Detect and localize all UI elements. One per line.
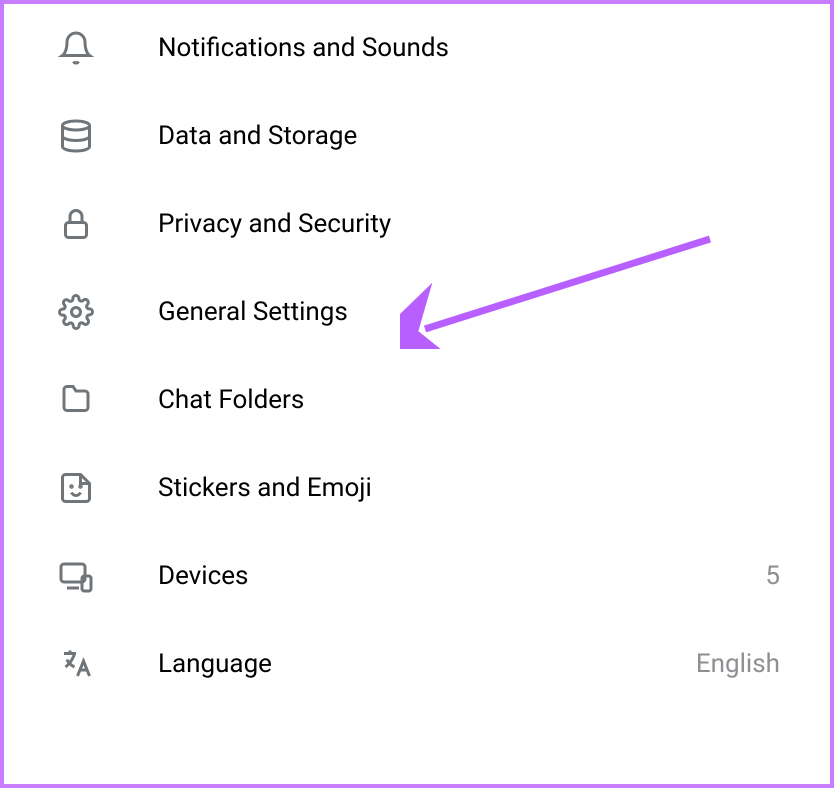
language-icon <box>56 644 96 684</box>
settings-item-stickers-emoji[interactable]: Stickers and Emoji <box>4 444 830 532</box>
settings-item-general-settings[interactable]: General Settings <box>4 268 830 356</box>
devices-icon <box>56 556 96 596</box>
settings-item-label: Devices <box>158 561 765 591</box>
settings-item-label: Chat Folders <box>158 385 780 415</box>
settings-item-value: 5 <box>765 561 780 591</box>
sticker-icon <box>56 468 96 508</box>
settings-item-chat-folders[interactable]: Chat Folders <box>4 356 830 444</box>
gear-icon <box>56 292 96 332</box>
lock-icon <box>56 204 96 244</box>
bell-icon <box>56 28 96 68</box>
settings-item-label: Language <box>158 649 696 679</box>
settings-item-notifications[interactable]: Notifications and Sounds <box>4 4 830 92</box>
settings-item-devices[interactable]: Devices 5 <box>4 532 830 620</box>
settings-menu-list: Notifications and Sounds Data and Storag… <box>4 4 830 708</box>
settings-item-label: Notifications and Sounds <box>158 33 780 63</box>
settings-item-privacy-security[interactable]: Privacy and Security <box>4 180 830 268</box>
folder-icon <box>56 380 96 420</box>
settings-item-label: Stickers and Emoji <box>158 473 780 503</box>
settings-item-label: Privacy and Security <box>158 209 780 239</box>
settings-item-label: General Settings <box>158 297 780 327</box>
database-icon <box>56 116 96 156</box>
settings-item-data-storage[interactable]: Data and Storage <box>4 92 830 180</box>
settings-item-value: English <box>696 649 780 679</box>
settings-item-label: Data and Storage <box>158 121 780 151</box>
settings-item-language[interactable]: Language English <box>4 620 830 708</box>
